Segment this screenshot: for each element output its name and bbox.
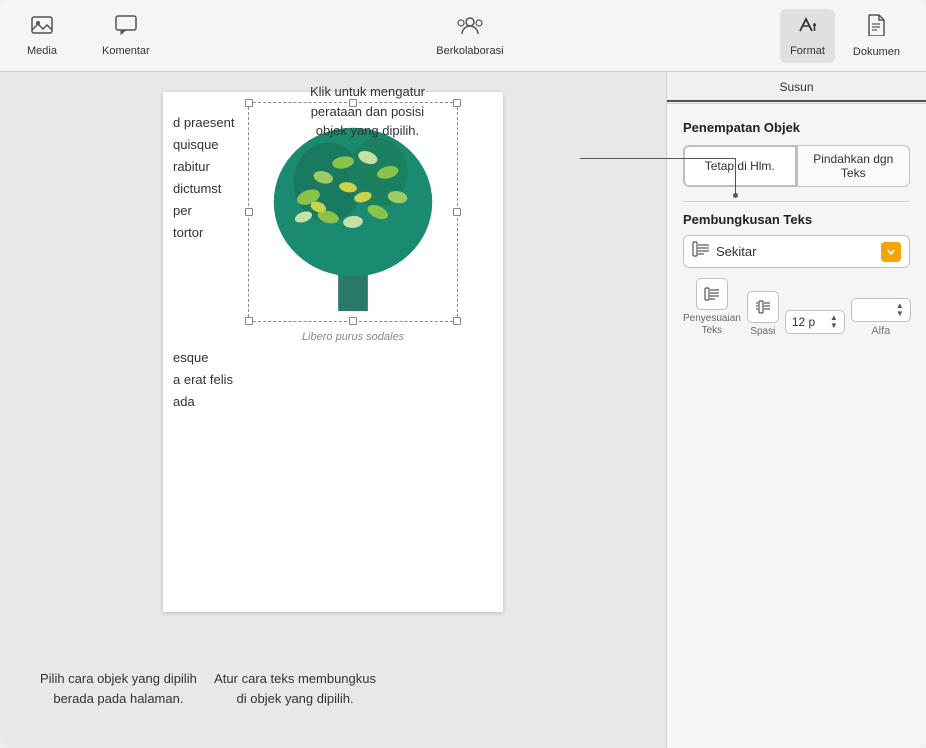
media-button[interactable]: Media bbox=[16, 9, 68, 63]
alfa-input-group: ▲ ▼ Alfa bbox=[851, 298, 911, 337]
controls-row: PenyesuaianTeks Spasi 12 p bbox=[683, 278, 910, 337]
text-below-3: ada bbox=[173, 391, 233, 413]
penyesuaian-btn-1[interactable] bbox=[696, 278, 728, 310]
format-label: Format bbox=[790, 45, 825, 57]
callout-line bbox=[735, 158, 736, 196]
spasi-input-group: 12 p ▲ ▼ bbox=[785, 310, 845, 337]
spasi-down[interactable]: ▼ bbox=[830, 322, 838, 330]
text-line-2: quisque bbox=[173, 134, 234, 156]
berkolaborasi-button[interactable]: Berkolaborasi bbox=[426, 9, 513, 63]
spasi-btn[interactable] bbox=[747, 291, 779, 323]
handle-bm[interactable] bbox=[349, 317, 357, 325]
handle-mr[interactable] bbox=[453, 208, 461, 216]
page-text-below: esque a erat felis ada bbox=[173, 347, 233, 413]
komentar-icon bbox=[115, 15, 137, 41]
format-icon bbox=[796, 15, 818, 41]
handle-ml[interactable] bbox=[245, 208, 253, 216]
btn-tetap[interactable]: Tetap di Hlm. bbox=[683, 145, 797, 187]
text-line-1: d praesent bbox=[173, 112, 234, 134]
tab-susun[interactable]: Susun bbox=[667, 74, 926, 102]
dokumen-icon bbox=[866, 14, 886, 42]
toolbar-left: Media Komentar bbox=[16, 9, 160, 63]
spasi-label: Spasi bbox=[750, 326, 775, 337]
text-line-5: per bbox=[173, 200, 234, 222]
spasi-input[interactable]: 12 p ▲ ▼ bbox=[785, 310, 845, 334]
document-area: d praesent quisque rabitur dictumst per … bbox=[0, 72, 666, 748]
penyesuaian-label: PenyesuaianTeks bbox=[683, 313, 741, 337]
image-caption: Libero purus sodales bbox=[249, 331, 457, 343]
alfa-stepper[interactable]: ▲ ▼ bbox=[896, 302, 904, 318]
placement-button-group: Tetap di Hlm. Pindahkan dgn Teks bbox=[683, 145, 910, 187]
toolbar: Media Komentar Berkolaborasi bbox=[0, 0, 926, 72]
alfa-value bbox=[858, 303, 861, 317]
panel-tabs: Susun bbox=[667, 72, 926, 104]
callout-dot bbox=[733, 193, 738, 198]
handle-tl[interactable] bbox=[245, 99, 253, 107]
section2-title: Pembungkusan Teks bbox=[683, 212, 910, 227]
berkolaborasi-icon bbox=[457, 15, 483, 41]
alfa-input[interactable]: ▲ ▼ bbox=[851, 298, 911, 322]
callout-bottom-left: Pilih cara objek yang dipilih berada pad… bbox=[40, 669, 197, 708]
text-below-1: esque bbox=[173, 347, 233, 369]
wrap-stepper[interactable] bbox=[881, 242, 901, 262]
text-line-3: rabitur bbox=[173, 156, 234, 178]
handle-tr[interactable] bbox=[453, 99, 461, 107]
dokumen-label: Dokumen bbox=[853, 46, 900, 58]
komentar-label: Komentar bbox=[102, 45, 150, 57]
app-window: Media Komentar Berkolaborasi bbox=[0, 0, 926, 748]
komentar-button[interactable]: Komentar bbox=[92, 9, 160, 63]
callout-h-line bbox=[580, 158, 736, 159]
wrap-option-label: Sekitar bbox=[716, 244, 756, 259]
callout-top: Klik untuk mengatur perataan dan posisi … bbox=[310, 82, 425, 141]
text-below-2: a erat felis bbox=[173, 369, 233, 391]
right-panel: Susun Penempatan Objek Tetap di Hlm. Pin… bbox=[666, 72, 926, 748]
spasi-stepper[interactable]: ▲ ▼ bbox=[830, 314, 838, 330]
alfa-down[interactable]: ▼ bbox=[896, 310, 904, 318]
wrap-select[interactable]: Sekitar bbox=[683, 235, 910, 268]
panel-content: Penempatan Objek Tetap di Hlm. Pindahkan… bbox=[667, 104, 926, 748]
main-content: d praesent quisque rabitur dictumst per … bbox=[0, 72, 926, 748]
toolbar-right: Format Dokumen bbox=[780, 8, 910, 64]
page: d praesent quisque rabitur dictumst per … bbox=[163, 92, 503, 612]
page-text-left: d praesent quisque rabitur dictumst per … bbox=[173, 112, 234, 245]
format-button[interactable]: Format bbox=[780, 9, 835, 63]
media-label: Media bbox=[27, 45, 57, 57]
callout-bottom-right: Atur cara teks membungkus di objek yang … bbox=[214, 669, 376, 708]
text-line-4: dictumst bbox=[173, 178, 234, 200]
wrap-select-left: Sekitar bbox=[692, 241, 756, 262]
btn-pindah[interactable]: Pindahkan dgn Teks bbox=[797, 145, 911, 187]
text-line-6: tortor bbox=[173, 222, 234, 244]
wrap-icon bbox=[692, 241, 710, 262]
berkolaborasi-label: Berkolaborasi bbox=[436, 45, 503, 57]
handle-bl[interactable] bbox=[245, 317, 253, 325]
alfa-label: Alfa bbox=[871, 325, 890, 337]
callout-top-text: Klik untuk mengatur perataan dan posisi … bbox=[310, 84, 425, 138]
toolbar-center: Berkolaborasi bbox=[426, 9, 513, 63]
divider1 bbox=[683, 201, 910, 202]
media-icon bbox=[31, 15, 53, 41]
section1-title: Penempatan Objek bbox=[683, 120, 910, 135]
handle-br[interactable] bbox=[453, 317, 461, 325]
dokumen-button[interactable]: Dokumen bbox=[843, 8, 910, 64]
